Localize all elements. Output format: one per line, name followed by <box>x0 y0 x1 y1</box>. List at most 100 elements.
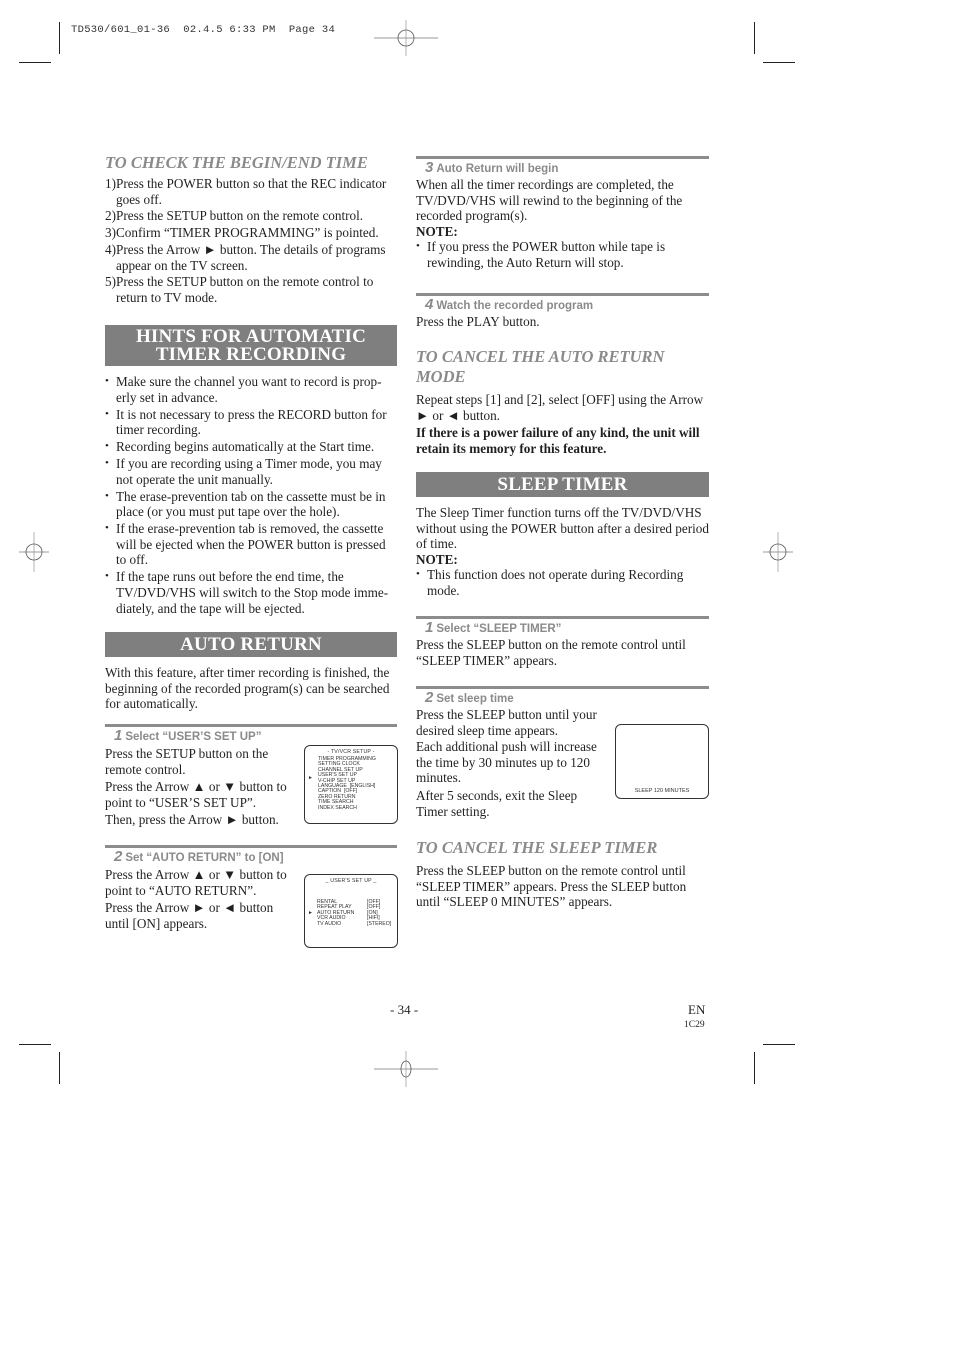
sleep-timer-intro: The Sleep Timer function turns off the T… <box>416 505 709 552</box>
hints-list: Make sure the channel you want to record… <box>105 374 397 616</box>
auto-return-step-3: 3 Auto Return will begin When all the tim… <box>416 156 709 272</box>
step-paragraph: Press the Arrow ▲ or ▼ button to point t… <box>105 867 287 898</box>
check-time-steps: 1)Press the POWER button so that the REC… <box>105 176 397 306</box>
step-paragraph: Press the Arrow ▲ or ▼ button to point t… <box>105 779 287 810</box>
cancel-sleep-section: TO CANCEL THE SLEEP TIMER Press the SLEE… <box>416 838 709 910</box>
left-column: TO CHECK THE BEGIN/END TIME 1)Press the … <box>105 153 397 307</box>
registration-mark-icon <box>374 1051 438 1087</box>
list-item: If you press the POWER button while tape… <box>416 239 709 270</box>
step-number: 4 <box>425 296 434 313</box>
sleep-step-1: 1 Select “SLEEP TIMER” Press the SLEEP bu… <box>416 616 709 668</box>
list-item: If the tape runs out before the end time… <box>105 569 397 616</box>
step-title: Set “AUTO RETURN” to [ON] <box>125 852 284 864</box>
step-number: 2 <box>425 689 434 706</box>
power-failure-note: If there is a power failure of any kind,… <box>416 425 700 456</box>
list-item: The erase-prevention tab on the cassette… <box>105 489 397 520</box>
registration-mark-icon <box>763 532 793 572</box>
list-item: 4)Press the Arrow ► button. The details … <box>105 241 386 273</box>
list-item: 3)Confirm “TIMER PROGRAMMING” is pointed… <box>105 225 379 241</box>
crop-mark <box>19 1044 51 1045</box>
check-time-heading: TO CHECK THE BEGIN/END TIME <box>105 153 368 172</box>
pointer-icon: ► <box>308 775 313 781</box>
screen-title: _ USER'S SET UP _ <box>325 878 377 884</box>
step-paragraph: Press the Arrow ► or ◄ button until [ON]… <box>105 900 274 931</box>
tv-screen-sleep: SLEEP 120 MINUTES <box>615 724 709 799</box>
auto-return-intro: With this feature, after timer recording… <box>105 665 390 712</box>
step-paragraph: Press the SLEEP button on the remote con… <box>416 637 686 668</box>
crop-mark <box>763 1044 795 1045</box>
step-paragraph: Then, press the Arrow ► button. <box>105 812 279 828</box>
pointer-icon: ► <box>308 910 313 916</box>
cancel-auto-return-section: TO CANCEL THE AUTO RETURN MODE Repeat st… <box>416 347 709 456</box>
tv-screen-users-setup: _ USER'S SET UP _ ► RENTAL [OFF] REPEAT P… <box>304 874 398 948</box>
list-item: If you are recording using a Timer mode,… <box>105 456 397 487</box>
crop-mark <box>763 62 795 63</box>
note-list: This function does not operate during Re… <box>416 567 709 598</box>
step-paragraph: When all the timer recordings are comple… <box>416 177 683 224</box>
crop-mark <box>754 1052 755 1084</box>
step-heading: 2 Set sleep time <box>416 690 709 707</box>
step-title: Select “SLEEP TIMER” <box>436 623 562 635</box>
cancel-auto-return-heading: TO CANCEL THE AUTO RETURN MODE <box>416 347 709 387</box>
list-item: Make sure the channel you want to record… <box>105 374 397 405</box>
crop-mark <box>19 62 51 63</box>
menu-item: INDEX SEARCH <box>318 804 357 811</box>
divider <box>416 156 709 159</box>
crop-mark <box>59 22 60 54</box>
list-item: 2)Press the SETUP button on the remote c… <box>105 208 364 224</box>
note-label: NOTE: <box>416 551 458 567</box>
divider <box>416 293 709 296</box>
step-number: 2 <box>114 848 123 865</box>
sleep-timer-section: SLEEP TIMER The Sleep Timer function tur… <box>416 472 709 600</box>
step-heading: 4 Watch the recorded program <box>416 297 709 314</box>
cancel-sleep-heading: TO CANCEL THE SLEEP TIMER <box>416 838 658 857</box>
list-item: Recording begins automatically at the St… <box>105 439 397 455</box>
list-item: 1)Press the POWER button so that the REC… <box>105 176 387 207</box>
step-paragraph: Press the SETUP button on the remote con… <box>105 746 269 777</box>
step-heading: 3 Auto Return will begin <box>416 160 709 177</box>
step-title: Select “USER’S SET UP” <box>125 731 262 743</box>
step-number: 1 <box>114 727 123 744</box>
registration-mark-icon <box>19 532 49 572</box>
step-number: 3 <box>425 159 434 176</box>
registration-mark-icon <box>374 20 438 56</box>
banner-line: TIMER RECORDING <box>155 344 347 365</box>
print-slug: TD530/601_01-36 02.4.5 6:33 PM Page 34 <box>71 24 336 36</box>
step-title: Auto Return will begin <box>436 163 559 175</box>
note-label: NOTE: <box>416 223 458 239</box>
hints-banner: HINTS FOR AUTOMATIC TIMER RECORDING <box>105 325 397 366</box>
menu-list: TIMER PROGRAMMING SETTING CLOCK CHANNEL … <box>318 756 397 811</box>
auto-return-banner: AUTO RETURN <box>105 632 397 657</box>
setting-label: TV AUDIO <box>317 920 342 927</box>
step-paragraph: Each additional push will increase the t… <box>416 739 597 786</box>
divider <box>105 724 397 727</box>
step-title: Set sleep time <box>436 693 514 705</box>
auto-return-section: AUTO RETURN With this feature, after tim… <box>105 632 397 712</box>
list-item: 5)Press the SETUP button on the remote c… <box>105 274 374 305</box>
setting-value: [STEREO] <box>367 920 392 927</box>
cancel-auto-return-text: Repeat steps [1] and [2], select [OFF] u… <box>416 392 704 423</box>
list-item: It is not necessary to press the RECORD … <box>105 407 397 438</box>
screen-title: - TV/VCR SETUP - <box>327 749 375 755</box>
sleep-screen-text: SLEEP 120 MINUTES <box>634 788 690 794</box>
settings-list: RENTAL [OFF] REPEAT PLAY [OFF] AUTO RETURN… <box>317 899 397 927</box>
divider <box>416 686 709 689</box>
step-paragraph: Press the SLEEP button until your desire… <box>416 707 597 738</box>
note-list: If you press the POWER button while tape… <box>416 239 709 270</box>
step-paragraph: After 5 seconds, exit the Sleep Timer se… <box>416 787 578 819</box>
crop-mark <box>754 22 755 54</box>
divider <box>416 616 709 619</box>
auto-return-step-4: 4 Watch the recorded program Press the PL… <box>416 293 709 330</box>
step-heading: 1 Select “USER’S SET UP” <box>105 728 397 745</box>
heading-line: MODE <box>416 367 466 386</box>
list-item: If the erase-prevention tab is removed, … <box>105 521 397 568</box>
crop-mark <box>59 1052 60 1084</box>
step-heading: 1 Select “SLEEP TIMER” <box>416 620 709 637</box>
heading-line: TO CANCEL THE AUTO RETURN <box>416 347 665 366</box>
step-number: 1 <box>425 619 434 636</box>
step-heading: 2 Set “AUTO RETURN” to [ON] <box>105 849 397 866</box>
list-item: This function does not operate during Re… <box>416 567 709 598</box>
sleep-timer-banner: SLEEP TIMER <box>416 472 709 497</box>
page-number: - 34 - <box>390 1002 419 1017</box>
document-code: 1C29 <box>684 1020 705 1030</box>
